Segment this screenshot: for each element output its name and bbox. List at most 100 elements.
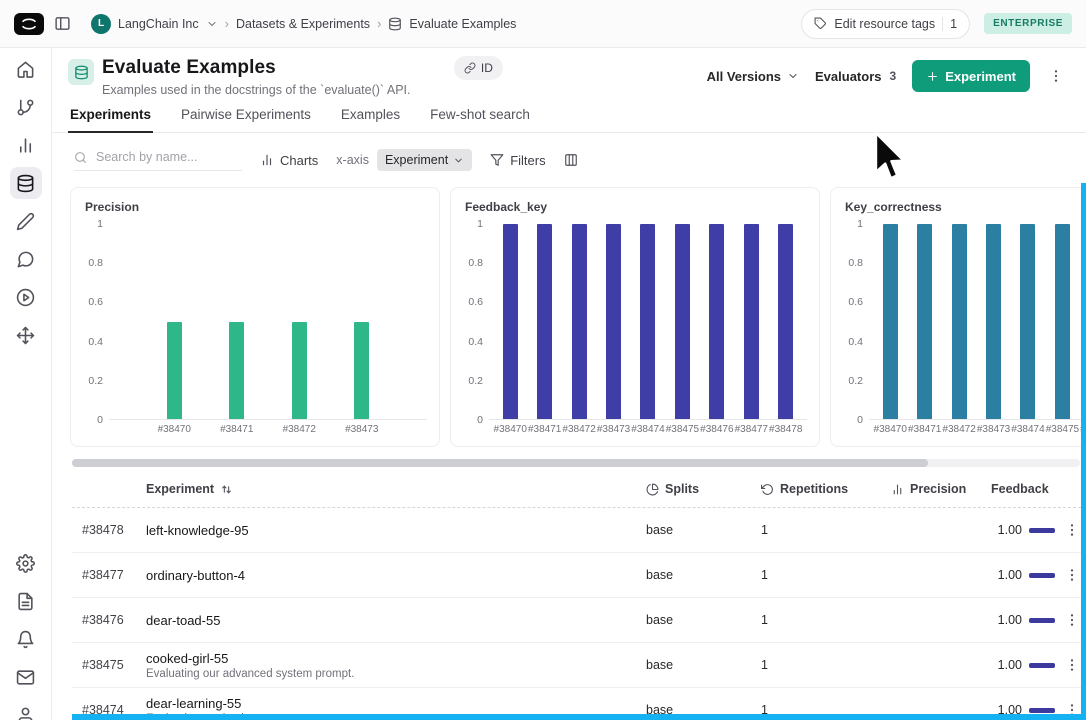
chart-bar[interactable] [502, 224, 518, 419]
id-chip-button[interactable]: ID [453, 56, 503, 80]
experiment-name-cell[interactable]: dear-toad-55 [134, 613, 634, 628]
y-axis-tick: 0.6 [88, 296, 103, 309]
sidebar-item-annotations[interactable] [10, 205, 42, 237]
chart-bar[interactable] [674, 224, 690, 419]
row-menu-button[interactable] [1062, 655, 1082, 675]
chart-bar[interactable] [709, 224, 725, 419]
chart-icon [260, 153, 274, 167]
langsmith-logo[interactable] [14, 12, 44, 35]
chart-bar[interactable] [882, 224, 898, 419]
sidebar-item-user[interactable] [10, 699, 42, 720]
new-experiment-label: Experiment [945, 68, 1016, 84]
chart-bar[interactable] [778, 224, 794, 419]
x-axis-tick-label: #38470 [873, 424, 907, 435]
collapse-sidebar-icon[interactable] [54, 15, 71, 32]
table-row[interactable]: #38475 cooked-girl-55 Evaluating our adv… [72, 643, 1086, 688]
breadcrumb-page[interactable]: Evaluate Examples [409, 17, 516, 31]
experiment-name: left-knowledge-95 [146, 522, 249, 538]
tabs: Experiments Pairwise Experiments Examples F… [52, 107, 1086, 133]
chart-bar[interactable] [166, 321, 182, 419]
filters-button[interactable]: Filters [490, 153, 546, 168]
experiment-id: #38475 [82, 658, 124, 672]
experiment-description: Evaluating our advanced system prompt. [146, 667, 355, 680]
x-axis-select[interactable]: Experiment [376, 149, 473, 171]
scrollbar-thumb[interactable] [72, 459, 928, 467]
splits-cell: base [646, 613, 674, 627]
header-menu-button[interactable] [1046, 66, 1066, 86]
header-repetitions[interactable]: Repetitions [749, 482, 879, 496]
breadcrumb-section[interactable]: Datasets & Experiments [236, 17, 370, 31]
columns-button[interactable] [564, 153, 578, 167]
chart-icon [891, 483, 904, 496]
new-experiment-button[interactable]: Experiment [912, 60, 1030, 92]
table-row[interactable]: #38476 dear-toad-55 base 1 1.00 [72, 598, 1086, 643]
splits-cell: base [646, 568, 674, 582]
sidebar-item-datasets[interactable] [9, 167, 42, 199]
chart-bar[interactable] [291, 321, 307, 419]
experiment-name-cell[interactable]: left-knowledge-95 [134, 523, 634, 538]
chart-bar[interactable] [986, 224, 1002, 419]
tab-experiments[interactable]: Experiments [68, 107, 154, 133]
all-versions-dropdown[interactable]: All Versions [707, 69, 799, 84]
header-splits[interactable]: Splits [634, 482, 749, 496]
bar-slot [331, 224, 394, 419]
chart-plot: 0 0.2 0.4 0.6 0.8 1 [843, 218, 1086, 426]
tab-pairwise-experiments[interactable]: Pairwise Experiments [179, 107, 313, 133]
org-avatar[interactable]: L [91, 13, 111, 34]
sidebar-item-notifications[interactable] [10, 623, 42, 655]
header-experiment[interactable]: Experiment [134, 482, 634, 496]
row-menu-button[interactable] [1062, 610, 1082, 630]
charts-button-label: Charts [280, 152, 319, 168]
chart-bar[interactable] [571, 224, 587, 419]
experiment-name-cell[interactable]: cooked-girl-55 Evaluating our advanced s… [134, 651, 634, 680]
sidebar-item-home[interactable] [10, 53, 42, 85]
sidebar [0, 48, 52, 720]
evaluators-count: 3 [889, 69, 897, 83]
chart-bar[interactable] [1020, 224, 1036, 419]
breadcrumb-org[interactable]: LangChain Inc [118, 17, 199, 31]
table-row[interactable]: #38478 left-knowledge-95 base 1 1.00 [72, 508, 1086, 553]
chart-bar[interactable] [917, 224, 933, 419]
y-axis-tick: 0 [97, 414, 103, 426]
table-row[interactable]: #38477 ordinary-button-4 base 1 1.00 [72, 553, 1086, 598]
sidebar-item-docs[interactable] [10, 585, 42, 617]
chart-bar[interactable] [537, 224, 553, 419]
plot-area [869, 224, 1086, 420]
sidebar-item-dashboards[interactable] [10, 129, 42, 161]
sidebar-item-settings[interactable] [10, 547, 42, 579]
chart-bar[interactable] [606, 224, 622, 419]
tab-examples[interactable]: Examples [339, 107, 402, 133]
tab-few-shot-search[interactable]: Few-shot search [428, 107, 532, 133]
feedback-distribution-bar [1029, 617, 1055, 623]
sidebar-item-prompts[interactable] [10, 243, 42, 275]
experiment-name-cell[interactable]: ordinary-button-4 [134, 568, 634, 583]
chevron-down-icon[interactable] [206, 18, 218, 30]
chart-bar[interactable] [354, 321, 370, 419]
chart-bar[interactable] [229, 321, 245, 419]
sort-icon [220, 483, 233, 496]
x-axis: #38470#38471#38472#38473#38474#38475#384… [869, 424, 1086, 435]
bar-slot [1045, 224, 1079, 419]
evaluators-button[interactable]: Evaluators 3 [815, 69, 896, 84]
row-menu-button[interactable] [1062, 520, 1082, 540]
sidebar-item-playground[interactable] [10, 281, 42, 313]
search-icon [74, 151, 87, 164]
chart-bar[interactable] [743, 224, 759, 419]
row-menu-button[interactable] [1062, 565, 1082, 585]
horizontal-scrollbar[interactable] [72, 459, 1080, 467]
chart-bar[interactable] [1054, 224, 1070, 419]
edit-resource-tags-button[interactable]: Edit resource tags 1 [801, 8, 971, 39]
header-precision[interactable]: Precision [879, 482, 979, 496]
tag-icon [814, 17, 827, 30]
chart-bar[interactable] [951, 224, 967, 419]
charts-toggle-button[interactable]: Charts [260, 153, 318, 168]
x-axis-tick-label: #38471 [907, 424, 942, 435]
sidebar-item-tracing[interactable] [10, 91, 42, 123]
sidebar-item-deployments[interactable] [10, 319, 42, 351]
sidebar-item-mail[interactable] [10, 661, 42, 693]
chart-bar[interactable] [640, 224, 656, 419]
resource-tags-count: 1 [950, 16, 958, 31]
search-box[interactable] [74, 149, 242, 171]
header-feedback[interactable]: Feedback [979, 482, 1057, 496]
search-input[interactable] [94, 149, 242, 165]
